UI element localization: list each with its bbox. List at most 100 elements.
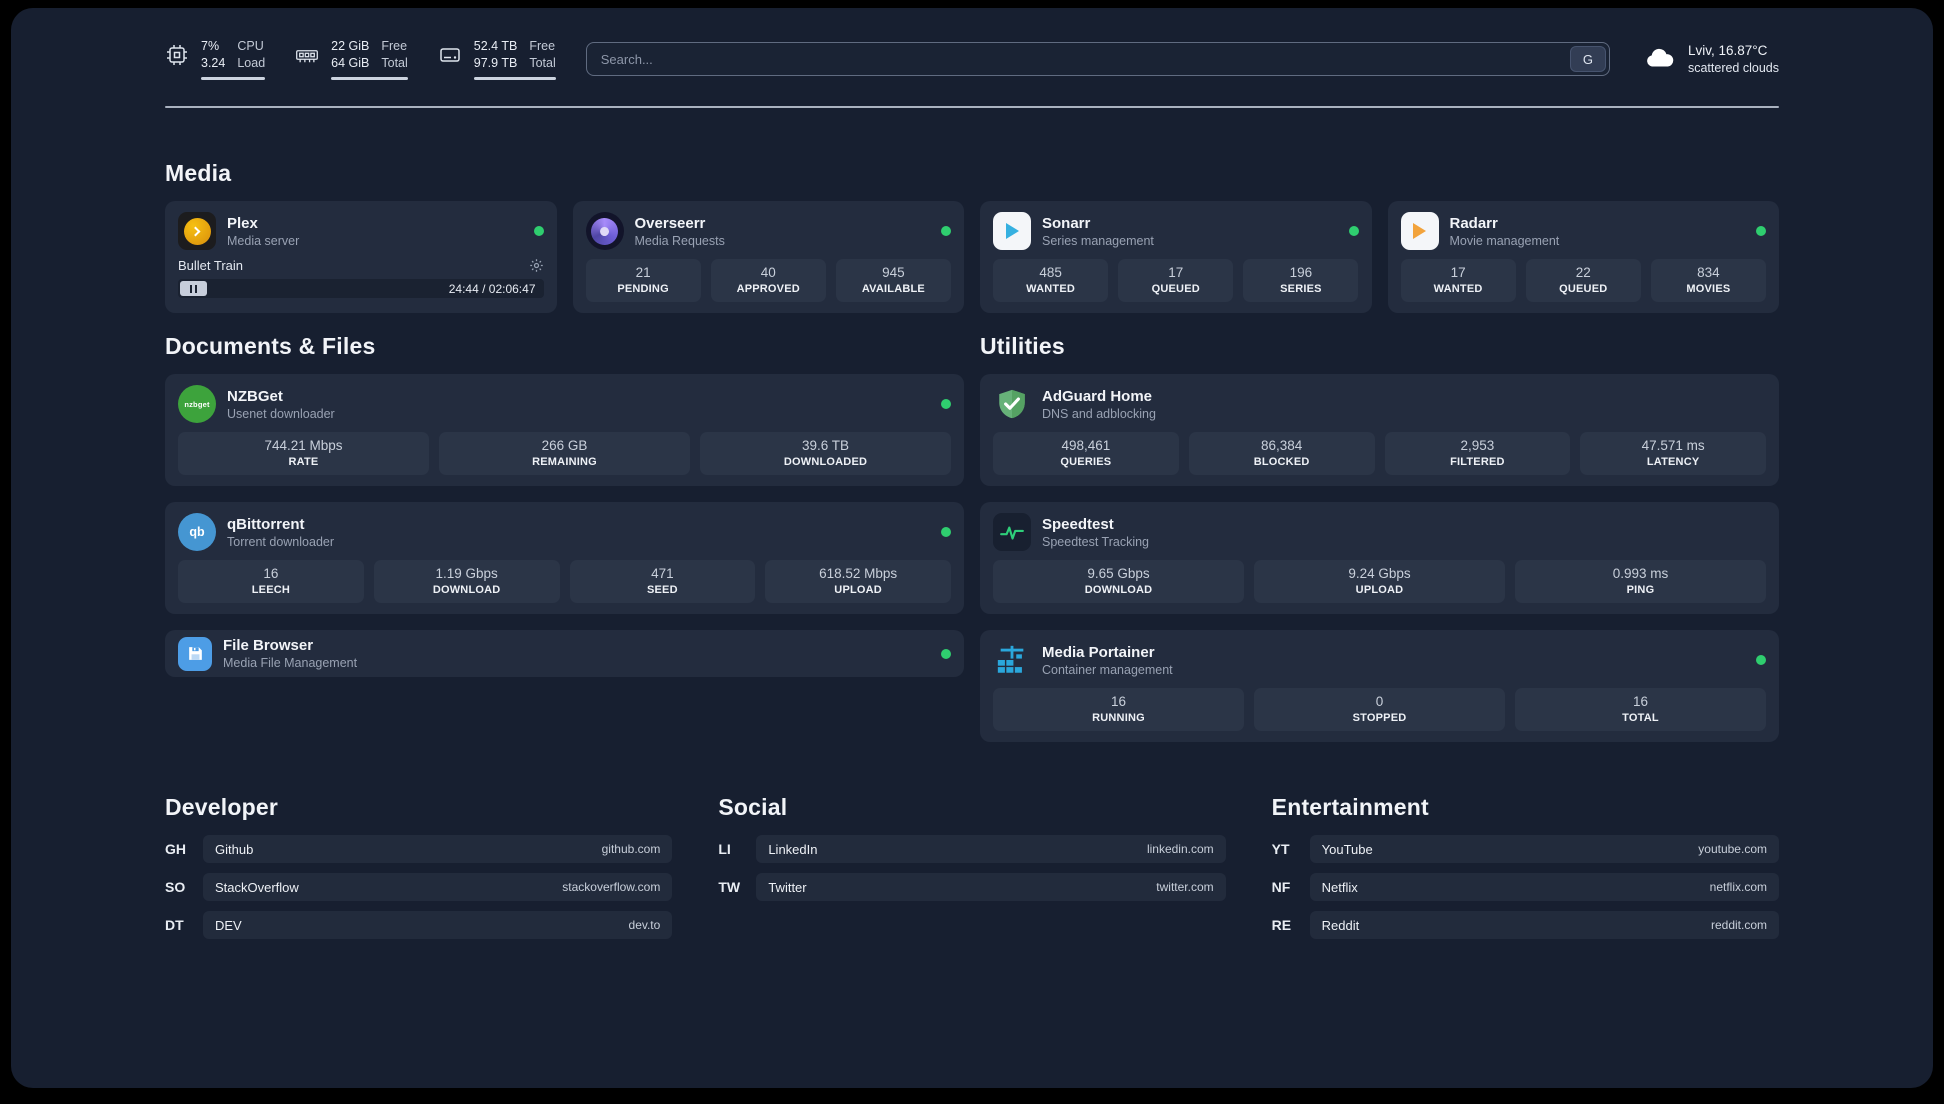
stat-label: RUNNING (1092, 712, 1145, 724)
stat-tile: 196 SERIES (1243, 259, 1359, 302)
bookmark-name: DEV (215, 917, 242, 933)
stat-tile: 1.19 Gbps DOWNLOAD (373, 560, 560, 603)
stat-label: QUERIES (1060, 456, 1112, 468)
gear-icon[interactable] (529, 258, 544, 273)
stat-tile: 485 WANTED (993, 259, 1109, 302)
floppy-icon (188, 647, 202, 660)
disk-free-value: 52.4 TB (473, 39, 518, 53)
app-name: NZBGet (227, 387, 283, 405)
stat-tile: 0.993 ms PING (1515, 560, 1766, 603)
bookmark-abbr: GH (165, 841, 186, 857)
bookmark-link-reddit[interactable]: Reddit reddit.com (1309, 911, 1779, 939)
radarr-card[interactable]: Radarr Movie management 17 WANTED 22 QUE… (1387, 201, 1779, 313)
speedtest-card[interactable]: Speedtest Speedtest Tracking 9.65 Gbps D… (980, 502, 1779, 614)
stat-value: 17 (1450, 265, 1466, 280)
bookmark-domain: netflix.com (1709, 880, 1767, 894)
status-dot (1348, 226, 1359, 236)
bookmark-domain: reddit.com (1710, 918, 1767, 932)
utilities-column: Utilities AdGuard Home DNS and adblockin… (980, 333, 1779, 742)
app-subtitle: Container management (1042, 662, 1173, 677)
weather-location: Lviv, 16.87°C (1687, 43, 1768, 58)
stat-tile: 86,384 BLOCKED (1188, 432, 1375, 475)
stat-label: MOVIES (1686, 283, 1731, 295)
bookmark-name: Netflix (1321, 879, 1358, 895)
stat-value: 39.6 TB (801, 438, 850, 453)
bookmark-link-netflix[interactable]: Netflix netflix.com (1309, 873, 1779, 901)
filebrowser-card[interactable]: File Browser Media File Management (165, 630, 964, 677)
now-playing-title: Bullet Train (178, 258, 244, 273)
stat-tile: 498,461 QUERIES (993, 432, 1179, 475)
sonarr-card[interactable]: Sonarr Series management 485 WANTED 17 Q… (980, 201, 1372, 313)
weather-widget[interactable]: Lviv, 16.87°C scattered clouds (1640, 42, 1779, 76)
plex-card[interactable]: Plex Media server Bullet Train 24:44 / 0… (165, 201, 557, 313)
bookmark-abbr: RE (1271, 917, 1292, 933)
playback-progress-bar[interactable]: 24:44 / 02:06:47 (178, 279, 544, 298)
bookmark-row: TW Twitter twitter.com (718, 873, 1226, 901)
cpu-percent: 7% (201, 39, 220, 53)
bookmark-abbr: SO (165, 879, 186, 895)
filebrowser-icon (178, 636, 212, 671)
stat-label: TOTAL (1622, 712, 1659, 724)
bookmark-link-youtube[interactable]: YouTube youtube.com (1309, 835, 1779, 863)
stat-value: 17 (1168, 265, 1184, 280)
stat-label: LEECH (251, 584, 291, 596)
stat-label: LATENCY (1646, 456, 1700, 468)
bookmark-link-linkedin[interactable]: LinkedIn linkedin.com (756, 835, 1226, 863)
disk-total-value: 97.9 TB (473, 56, 518, 70)
bookmark-link-stackoverflow[interactable]: StackOverflow stackoverflow.com (203, 873, 673, 901)
stat-tile: 618.52 Mbps UPLOAD (765, 560, 951, 603)
radarr-icon (1400, 212, 1439, 250)
status-dot (941, 527, 951, 537)
overseerr-card[interactable]: Overseerr Media Requests 21 PENDING 40 A… (572, 201, 964, 313)
bookmark-row: SO StackOverflow stackoverflow.com (165, 873, 673, 901)
search-engine-button[interactable]: G (1569, 46, 1606, 72)
bookmark-link-dev[interactable]: DEV dev.to (203, 911, 673, 939)
chevron-right-icon (190, 226, 201, 236)
header-divider (165, 106, 1779, 108)
bookmark-name: LinkedIn (768, 841, 818, 857)
ram-total-value: 64 GiB (331, 56, 370, 70)
app-subtitle: Torrent downloader (227, 534, 335, 549)
app-subtitle: Speedtest Tracking (1042, 534, 1150, 549)
stat-label: UPLOAD (834, 584, 882, 596)
pause-icon[interactable] (180, 281, 207, 296)
stat-label: PING (1626, 584, 1655, 596)
overseerr-icon (585, 212, 624, 250)
bookmarks-entertainment: Entertainment YT YouTube youtube.com NF … (1272, 794, 1779, 949)
stat-label: SEED (646, 584, 678, 596)
bookmark-abbr: YT (1271, 841, 1290, 857)
bookmark-link-github[interactable]: Github github.com (203, 835, 673, 863)
bookmark-row: NF Netflix netflix.com (1272, 873, 1779, 901)
portainer-card[interactable]: Media Portainer Container management 16 … (980, 630, 1779, 742)
nzbget-icon: nzbget (178, 385, 216, 423)
pulse-icon (1000, 526, 1024, 540)
bookmark-domain: github.com (601, 842, 661, 856)
section-title-social: Social (718, 794, 788, 820)
ram-free-value: 22 GiB (331, 39, 370, 53)
stat-label: QUEUED (1559, 283, 1608, 295)
bookmark-row: GH Github github.com (165, 835, 673, 863)
section-title-entertainment: Entertainment (1271, 794, 1429, 820)
stat-tile: 39.6 TB DOWNLOADED (700, 432, 951, 475)
bookmark-link-twitter[interactable]: Twitter twitter.com (756, 873, 1226, 901)
stat-label: DOWNLOAD (432, 584, 501, 596)
shield-check-icon (999, 389, 1025, 419)
stat-label: BLOCKED (1253, 456, 1310, 468)
stat-value: 485 (1039, 265, 1062, 280)
cpu-label-bottom: Load (237, 56, 266, 70)
stat-tile: 22 QUEUED (1525, 259, 1641, 302)
bookmark-domain: linkedin.com (1146, 842, 1214, 856)
stat-label: DOWNLOADED (783, 456, 868, 468)
plex-icon (178, 212, 216, 250)
status-dot (941, 399, 951, 409)
stat-tile: 17 QUEUED (1118, 259, 1234, 302)
nzbget-card[interactable]: nzbget NZBGet Usenet downloader 744.21 M… (165, 374, 964, 486)
app-name: AdGuard Home (1042, 387, 1153, 405)
bookmarks-social: Social LI LinkedIn linkedin.com TW Twitt… (718, 794, 1226, 911)
qbittorrent-card[interactable]: qb qBittorrent Torrent downloader 16 LEE… (165, 502, 964, 614)
stat-label: PENDING (617, 283, 669, 295)
app-name: Sonarr (1042, 214, 1091, 232)
search-input[interactable] (585, 42, 1610, 76)
bookmark-row: LI LinkedIn linkedin.com (718, 835, 1226, 863)
adguard-card[interactable]: AdGuard Home DNS and adblocking 498,461 … (980, 374, 1779, 486)
